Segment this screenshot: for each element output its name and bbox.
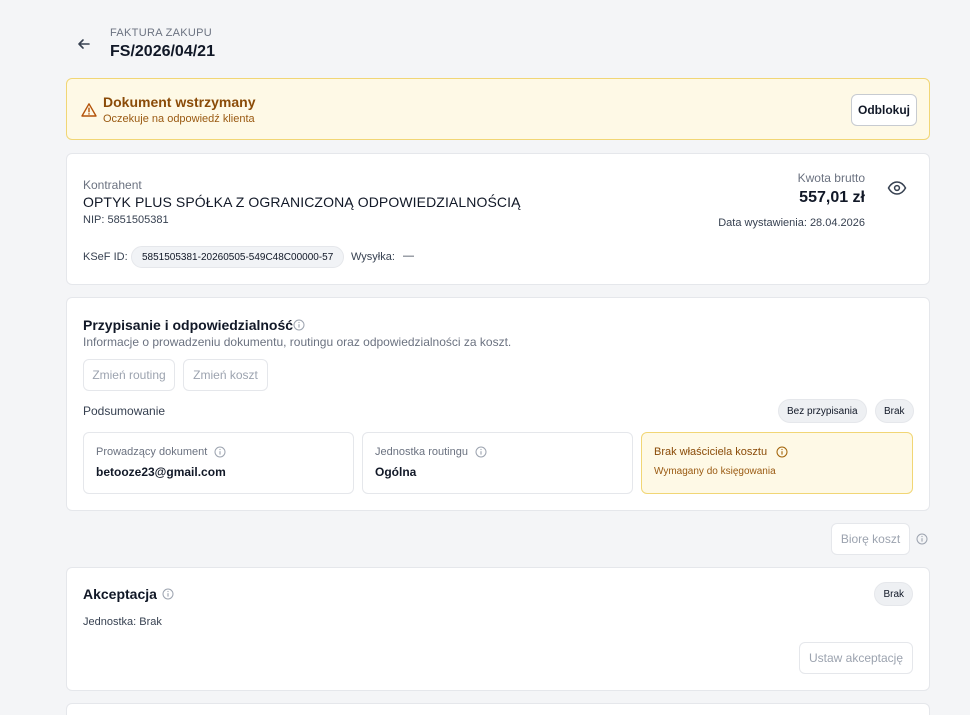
cost-owner-note: Wymagany do księgowania bbox=[654, 466, 776, 477]
info-icon[interactable] bbox=[293, 319, 305, 331]
info-icon[interactable] bbox=[214, 446, 226, 458]
acceptance-title: Akceptacja bbox=[83, 586, 157, 602]
eye-icon[interactable] bbox=[887, 180, 907, 196]
page-header: FAKTURA ZAKUPU FS/2026/04/21 bbox=[66, 26, 215, 62]
assignment-card: Przypisanie i odpowiedzialność Informacj… bbox=[66, 297, 930, 511]
page-title: FS/2026/04/21 bbox=[110, 43, 215, 60]
document-owner-label: Prowadzący dokument bbox=[96, 446, 208, 458]
routing-unit-value: Ogólna bbox=[375, 465, 417, 479]
document-owner-card: Prowadzący dokument betooze23@gmail.com bbox=[83, 432, 354, 494]
arrow-left-icon bbox=[78, 39, 90, 49]
status-badge-none: Brak bbox=[875, 399, 914, 423]
acceptance-unit: Jednostka: Brak bbox=[83, 616, 162, 628]
info-icon[interactable] bbox=[916, 533, 928, 545]
assignment-subtitle: Informacje o prowadzeniu dokumentu, rout… bbox=[83, 335, 512, 349]
ksef-id-badge[interactable]: 5851505381-20260505-549C48C00000-57 bbox=[131, 246, 345, 268]
warning-triangle-icon bbox=[81, 103, 97, 117]
change-cost-button[interactable]: Zmień koszt bbox=[183, 359, 268, 391]
summary-label: Podsumowanie bbox=[83, 404, 166, 418]
shipping-label: Wysyłka: bbox=[351, 251, 395, 263]
info-icon[interactable] bbox=[776, 446, 788, 458]
contractor-nip: NIP: 5851505381 bbox=[83, 214, 169, 226]
back-button[interactable] bbox=[66, 26, 102, 62]
banner-subtitle: Oczekuje na odpowiedź klienta bbox=[103, 113, 255, 125]
gross-amount-label: Kwota brutto bbox=[797, 171, 865, 185]
change-routing-button[interactable]: Zmień routing bbox=[83, 359, 175, 391]
cost-owner-card: Brak właściciela kosztu Wymagany do księ… bbox=[641, 432, 913, 494]
next-section-card bbox=[66, 703, 930, 715]
acceptance-card: Akceptacja Brak Jednostka: Brak Ustaw ak… bbox=[66, 567, 930, 691]
document-type-label: FAKTURA ZAKUPU bbox=[110, 27, 212, 39]
document-owner-value: betooze23@gmail.com bbox=[96, 465, 226, 479]
issue-date: Data wystawienia: 28.04.2026 bbox=[718, 217, 865, 229]
contractor-name: OPTYK PLUS SPÓŁKA Z OGRANICZONĄ ODPOWIED… bbox=[83, 194, 521, 210]
gross-amount: 557,01 zł bbox=[799, 189, 865, 206]
info-icon[interactable] bbox=[162, 588, 174, 600]
set-acceptance-button[interactable]: Ustaw akceptację bbox=[799, 642, 913, 674]
contractor-card: Kontrahent OPTYK PLUS SPÓŁKA Z OGRANICZO… bbox=[66, 153, 930, 285]
assignment-title: Przypisanie i odpowiedzialność bbox=[83, 317, 294, 333]
info-icon[interactable] bbox=[475, 446, 487, 458]
contractor-label: Kontrahent bbox=[83, 178, 142, 192]
banner-title: Dokument wstrzymany bbox=[103, 94, 256, 110]
take-cost-button[interactable]: Biorę koszt bbox=[831, 523, 910, 555]
cost-owner-label: Brak właściciela kosztu bbox=[654, 446, 768, 458]
routing-unit-label: Jednostka routingu bbox=[375, 446, 468, 458]
unlock-button[interactable]: Odblokuj bbox=[851, 94, 917, 126]
status-badge-unassigned: Bez przypisania bbox=[778, 399, 867, 423]
routing-unit-card: Jednostka routingu Ogólna bbox=[362, 432, 633, 494]
ksef-label: KSeF ID: bbox=[83, 251, 128, 263]
hold-banner: Dokument wstrzymany Oczekuje na odpowied… bbox=[66, 78, 930, 140]
shipping-value: — bbox=[403, 250, 414, 262]
acceptance-status-badge: Brak bbox=[874, 582, 913, 606]
